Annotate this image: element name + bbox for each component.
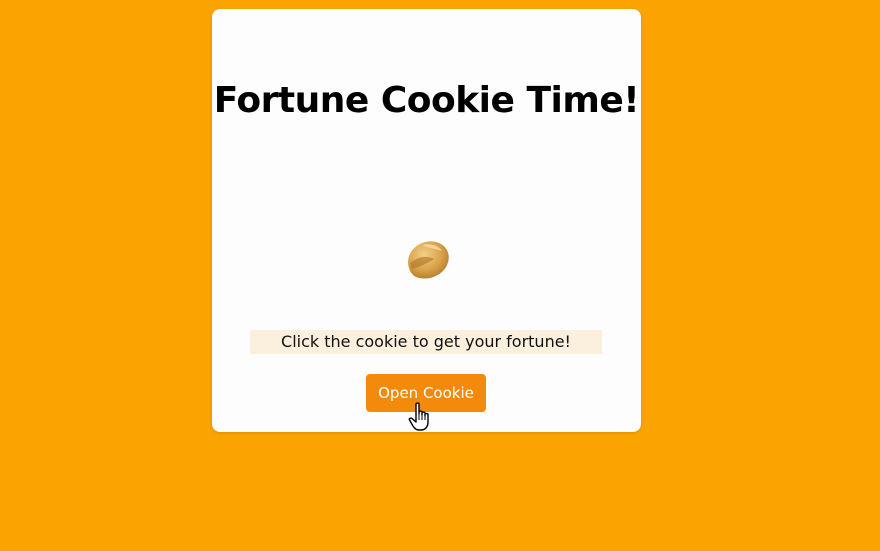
hand-pointer-cursor-icon xyxy=(408,402,429,431)
instruction-text: Click the cookie to get your fortune! xyxy=(250,330,602,354)
page-title: Fortune Cookie Time! xyxy=(213,80,640,121)
fortune-card: Fortune Cookie Time! Click the cookie to… xyxy=(212,9,641,432)
fortune-cookie-icon[interactable] xyxy=(402,233,454,285)
